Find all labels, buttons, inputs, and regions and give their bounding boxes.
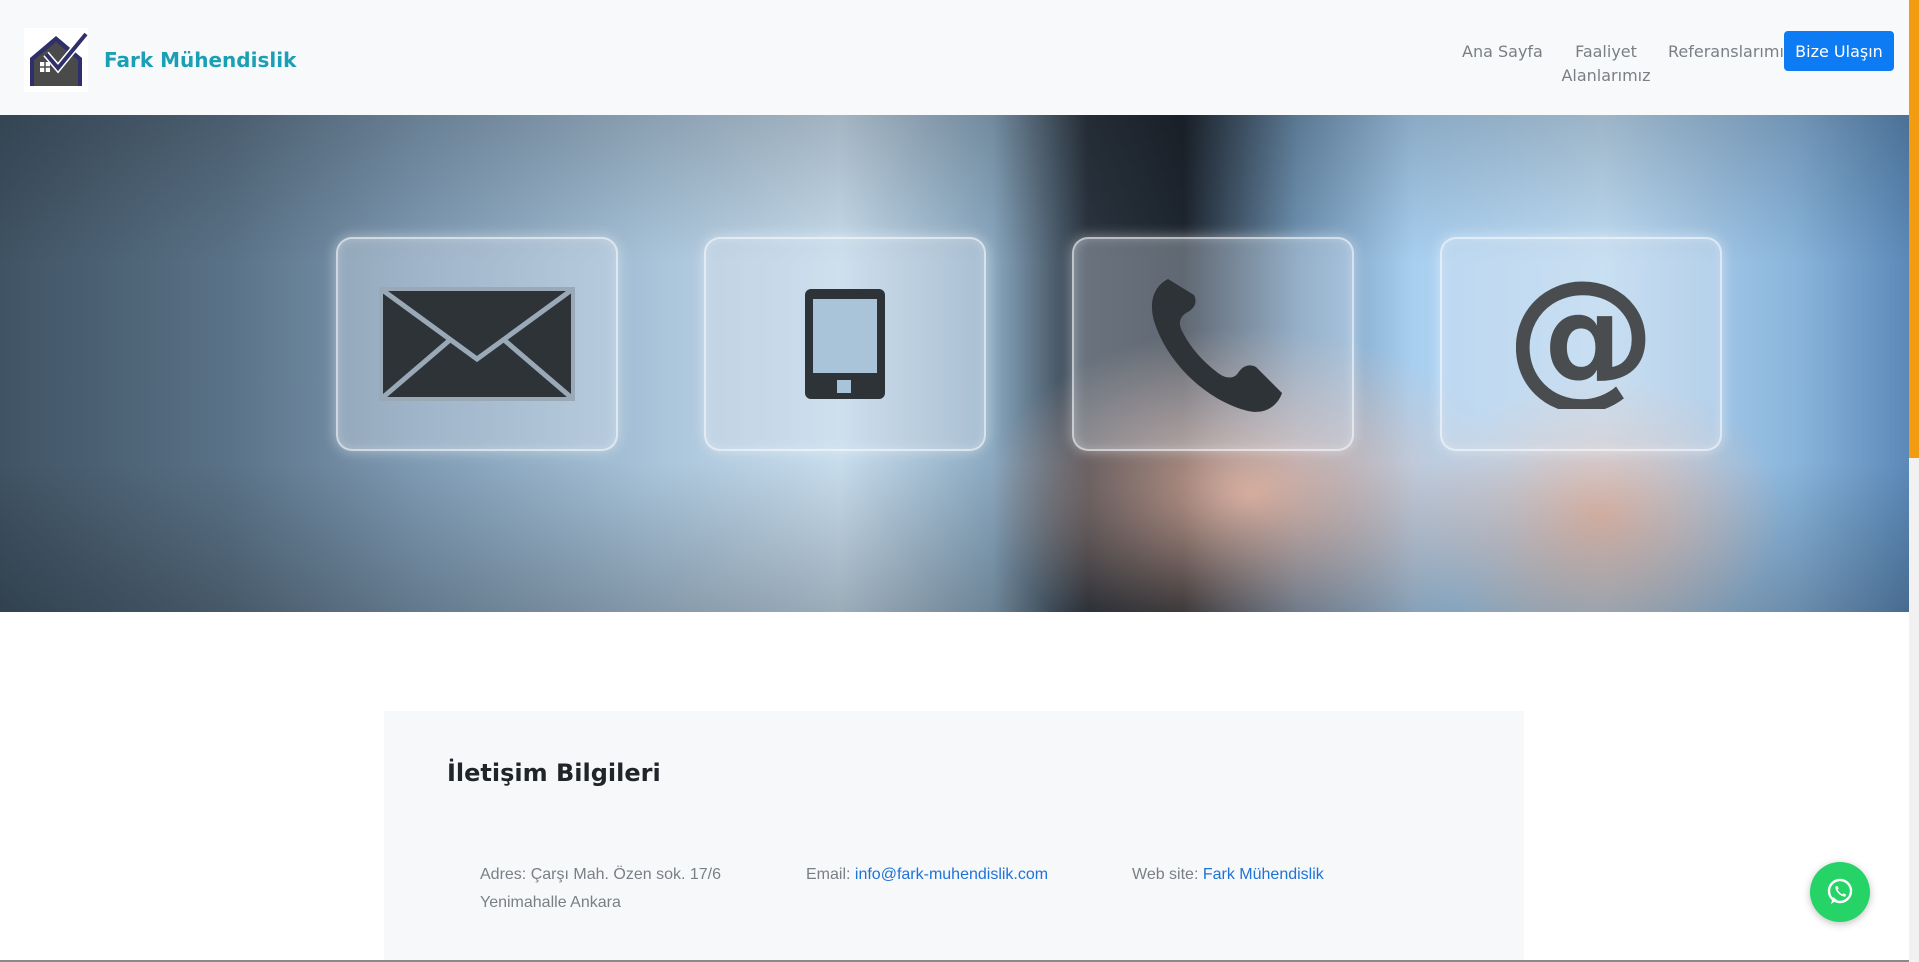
scrollbar-thumb[interactable] [1909,0,1919,458]
telephone-icon [1151,279,1282,412]
address-label: Adres: [480,866,527,883]
hero-banner: @ [0,115,1909,612]
email-link[interactable]: info@fark-muhendislik.com [855,866,1048,883]
hero-tile-at: @ [1440,237,1722,451]
nav-faaliyet[interactable]: Faaliyet Alanlarımız [1556,40,1656,88]
whatsapp-icon [1827,878,1853,904]
website-label: Web site: [1132,866,1199,883]
email-block: Email: info@fark-muhendislik.com [806,861,1106,889]
brand-name[interactable]: Fark Mühendislik [104,48,296,72]
email-label: Email: [806,866,851,883]
hero-tile-email [336,237,618,451]
at-sign-icon: @ [1516,279,1646,409]
navbar: Fark Mühendislik Ana Sayfa Faaliyet Alan… [0,0,1909,115]
contact-info-title: İletişim Bilgileri [447,759,661,787]
contact-button[interactable]: Bize Ulaşın [1784,31,1894,71]
house-check-logo-icon [24,28,88,92]
contact-info-section: İletişim Bilgileri Adres: Çarşı Mah. Öze… [384,711,1524,962]
hero-tile-mobile [704,237,986,451]
nav-home[interactable]: Ana Sayfa [1462,40,1543,64]
nav-references[interactable]: Referanslarımız [1668,40,1792,64]
svg-text:@: @ [1516,279,1646,409]
mobile-phone-icon [805,289,885,399]
brand[interactable]: Fark Mühendislik [24,28,296,92]
whatsapp-button[interactable] [1810,862,1870,922]
hero-tile-phone [1072,237,1354,451]
website-link[interactable]: Fark Mühendislik [1203,866,1324,883]
address-block: Adres: Çarşı Mah. Özen sok. 17/6 Yenimah… [480,861,780,917]
envelope-icon [379,287,575,401]
website-block: Web site: Fark Mühendislik [1132,861,1432,889]
